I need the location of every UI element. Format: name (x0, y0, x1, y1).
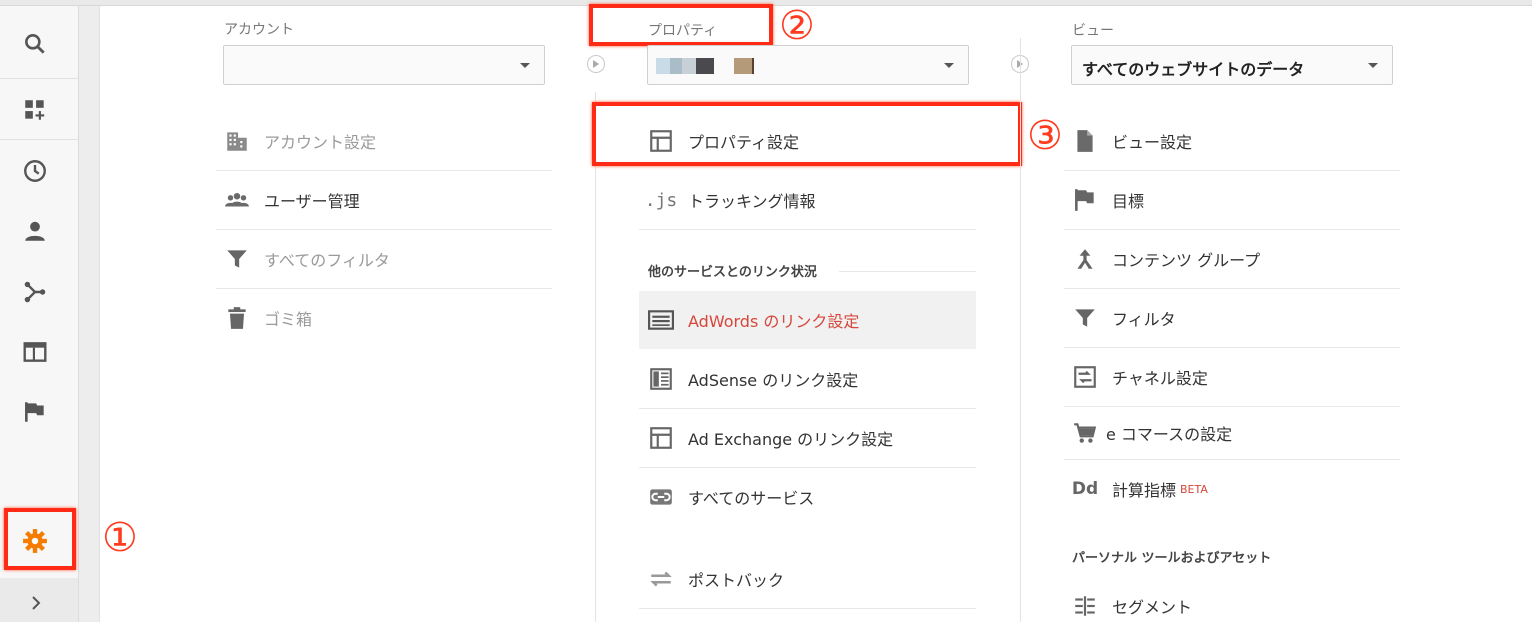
annotation-three: ③ (1027, 113, 1063, 159)
personal-section-header: パーソナル ツールおよびアセット (1072, 551, 1272, 566)
adsense-icon (646, 364, 676, 394)
view-item-ecommerce[interactable]: e コマースの設定 (1070, 407, 1400, 459)
view-item-calculated-metrics[interactable]: Dd 計算指標 BETA (1070, 460, 1400, 518)
link-icon (646, 482, 676, 512)
account-item-settings[interactable]: アカウント設定 (222, 112, 552, 170)
account-item-trash[interactable]: ゴミ箱 (222, 289, 552, 347)
content-group-icon (1070, 244, 1100, 274)
view-column-header: ビュー (1072, 23, 1114, 39)
view-selector-value: すべてのウェブサイトのデータ (1082, 60, 1305, 79)
cart-icon (1070, 418, 1100, 448)
view-item-label: チャネル設定 (1112, 369, 1208, 388)
redacted-swatch (656, 58, 670, 74)
dashboard-add-icon[interactable] (19, 94, 51, 126)
view-item-segment[interactable]: セグメント (1070, 577, 1400, 635)
view-item-label: 計算指標 (1112, 481, 1177, 500)
divider (639, 229, 976, 230)
account-item-label: ゴミ箱 (264, 310, 313, 329)
nav-divider (0, 139, 78, 140)
view-item-label: セグメント (1112, 598, 1193, 617)
view-item-label: フィルタ (1112, 310, 1176, 329)
channel-icon (1070, 362, 1100, 392)
property-link-adexchange[interactable]: Ad Exchange のリンク設定 (646, 409, 976, 467)
nav-gutter-border (99, 6, 100, 622)
view-item-content-group[interactable]: コンテンツ グループ (1070, 230, 1400, 288)
gear-icon[interactable] (22, 528, 48, 554)
property-item-label: プロパティ設定 (688, 133, 800, 152)
column-divider (595, 92, 596, 622)
account-item-users[interactable]: ユーザー管理 (222, 171, 552, 229)
chevron-down-icon (1368, 63, 1378, 68)
view-selector[interactable]: すべてのウェブサイトのデータ (1071, 45, 1393, 85)
filter-icon (1070, 303, 1100, 333)
beta-badge: BETA (1180, 482, 1208, 496)
view-item-label: ビュー設定 (1112, 133, 1193, 152)
property-item-label: ポストバック (688, 571, 785, 590)
js-icon: .js (644, 189, 678, 211)
account-item-label: アカウント設定 (264, 133, 377, 152)
account-item-label: ユーザー管理 (264, 192, 360, 211)
property-item-postback[interactable]: ポストバック (646, 550, 976, 608)
chevron-down-icon (944, 63, 954, 68)
view-item-channel[interactable]: チャネル設定 (1070, 348, 1400, 406)
view-item-label: 目標 (1112, 192, 1145, 211)
property-link-adwords[interactable]: AdWords のリンク設定 (639, 291, 976, 349)
behavior-icon[interactable] (19, 336, 51, 368)
flag-icon (1070, 185, 1100, 215)
divider (839, 271, 976, 272)
property-column-header: プロパティ (648, 23, 718, 39)
acquisition-icon[interactable] (19, 276, 51, 308)
flag-icon[interactable] (19, 396, 51, 428)
chevron-down-icon (520, 63, 530, 68)
adexchange-icon (646, 423, 676, 453)
account-item-label: すべてのフィルタ (264, 251, 390, 270)
redacted-swatch (752, 58, 754, 74)
nav-gutter (79, 6, 99, 622)
column-divider (1020, 38, 1021, 622)
redacted-swatch (682, 58, 696, 74)
segment-icon (1070, 591, 1100, 621)
building-icon (222, 126, 252, 156)
view-item-filters[interactable]: フィルタ (1070, 289, 1400, 347)
document-icon (1070, 126, 1100, 156)
view-item-goals[interactable]: 目標 (1070, 171, 1400, 229)
property-link-adsense[interactable]: AdSense のリンク設定 (646, 350, 976, 408)
property-link-label: すべてのサービス (688, 489, 815, 508)
property-link-label: Ad Exchange のリンク設定 (688, 430, 894, 449)
chevron-right-icon[interactable] (20, 587, 52, 619)
view-item-settings[interactable]: ビュー設定 (1070, 112, 1400, 170)
adwords-icon (646, 305, 676, 335)
redacted-swatch (734, 58, 752, 74)
divider (639, 608, 976, 609)
account-item-filters[interactable]: すべてのフィルタ (222, 230, 552, 288)
property-item-label: トラッキング情報 (688, 192, 816, 211)
property-selector[interactable] (647, 45, 969, 85)
account-column-header: アカウント (224, 22, 294, 38)
users-icon (222, 185, 252, 215)
filter-icon (222, 244, 252, 274)
property-link-label: AdWords のリンク設定 (688, 312, 860, 331)
link-section-header: 他のサービスとのリンク状況 (648, 265, 817, 280)
clock-icon[interactable] (19, 155, 51, 187)
property-item-tracking[interactable]: .js トラッキング情報 (644, 171, 976, 229)
redacted-swatch (696, 58, 714, 74)
dd-icon: Dd (1071, 479, 1099, 499)
account-selector[interactable] (223, 45, 545, 85)
annotation-one: ① (102, 515, 138, 561)
arrow-right-icon (587, 55, 605, 73)
view-item-label: e コマースの設定 (1106, 425, 1233, 444)
search-icon[interactable] (19, 28, 51, 60)
person-icon[interactable] (19, 215, 51, 247)
property-link-all-services[interactable]: すべてのサービス (646, 468, 976, 526)
property-item-settings[interactable]: プロパティ設定 (646, 112, 976, 170)
view-item-label: コンテンツ グループ (1112, 251, 1261, 270)
nav-divider (0, 78, 78, 79)
annotation-two: ② (779, 3, 815, 49)
trash-icon (222, 303, 252, 333)
redacted-swatch (670, 58, 682, 74)
postback-icon (646, 564, 676, 594)
layout-icon (646, 126, 676, 156)
property-link-label: AdSense のリンク設定 (688, 371, 859, 390)
